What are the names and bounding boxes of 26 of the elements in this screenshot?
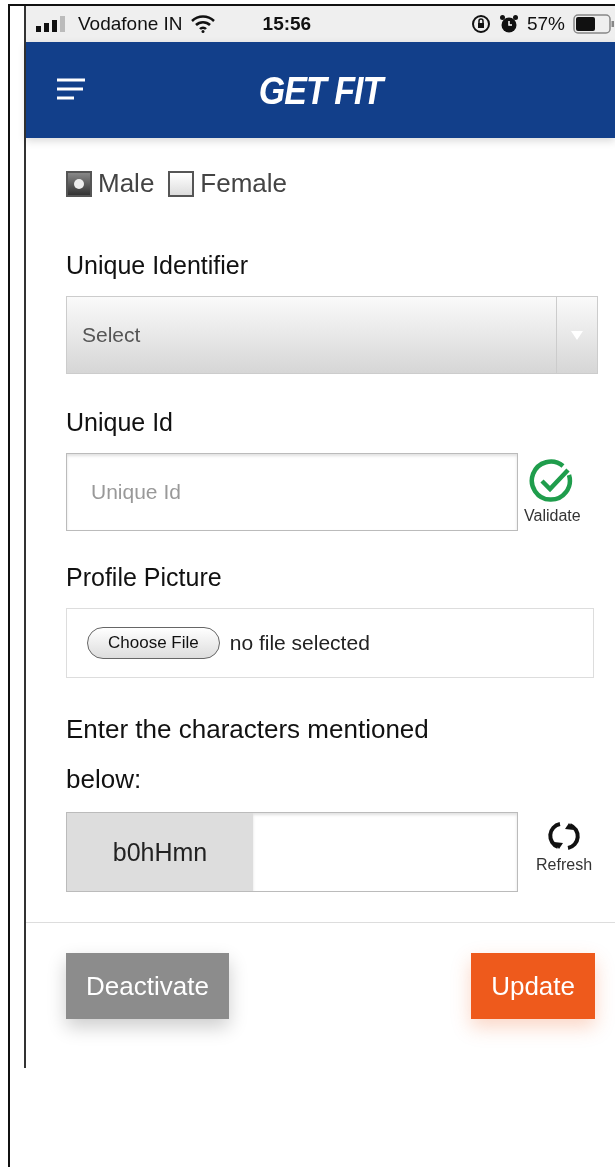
captcha-field[interactable]: b0hHmn — [66, 812, 518, 892]
dropdown-caret-icon — [571, 330, 583, 340]
rotation-lock-icon — [470, 14, 491, 34]
battery-percent: 57% — [526, 13, 565, 35]
field-label: Unique Identifier — [66, 251, 250, 280]
menu-icon[interactable] — [56, 78, 86, 102]
captcha-instruction: Enter the characters mentioned below: — [66, 713, 430, 796]
field-label: Profile Picture — [66, 563, 223, 592]
captcha-code: b0hHmn — [67, 813, 253, 891]
alarm-icon — [498, 14, 519, 34]
gender-checkbox[interactable] — [168, 170, 195, 197]
file-status: no file selected — [229, 631, 370, 655]
gender-option-label: Female — [200, 168, 288, 199]
gender-option-label: Male — [98, 168, 155, 199]
file-picker[interactable]: Choose File no file selected — [66, 608, 594, 678]
field-label: Unique Id — [66, 408, 175, 437]
identifier-select[interactable]: Select — [66, 296, 598, 374]
gender-checkbox[interactable] — [66, 170, 92, 197]
validate-link[interactable]: Validate — [524, 507, 581, 525]
battery-icon — [573, 14, 615, 34]
refresh-link[interactable]: Refresh — [536, 856, 593, 874]
clock-time: 15:56 — [262, 13, 312, 35]
carrier-name: Vodafone IN — [78, 13, 183, 35]
unique-id-input[interactable]: Unique Id — [66, 453, 518, 531]
wifi-icon — [190, 15, 215, 33]
choose-file-button[interactable]: Choose File — [87, 627, 220, 659]
